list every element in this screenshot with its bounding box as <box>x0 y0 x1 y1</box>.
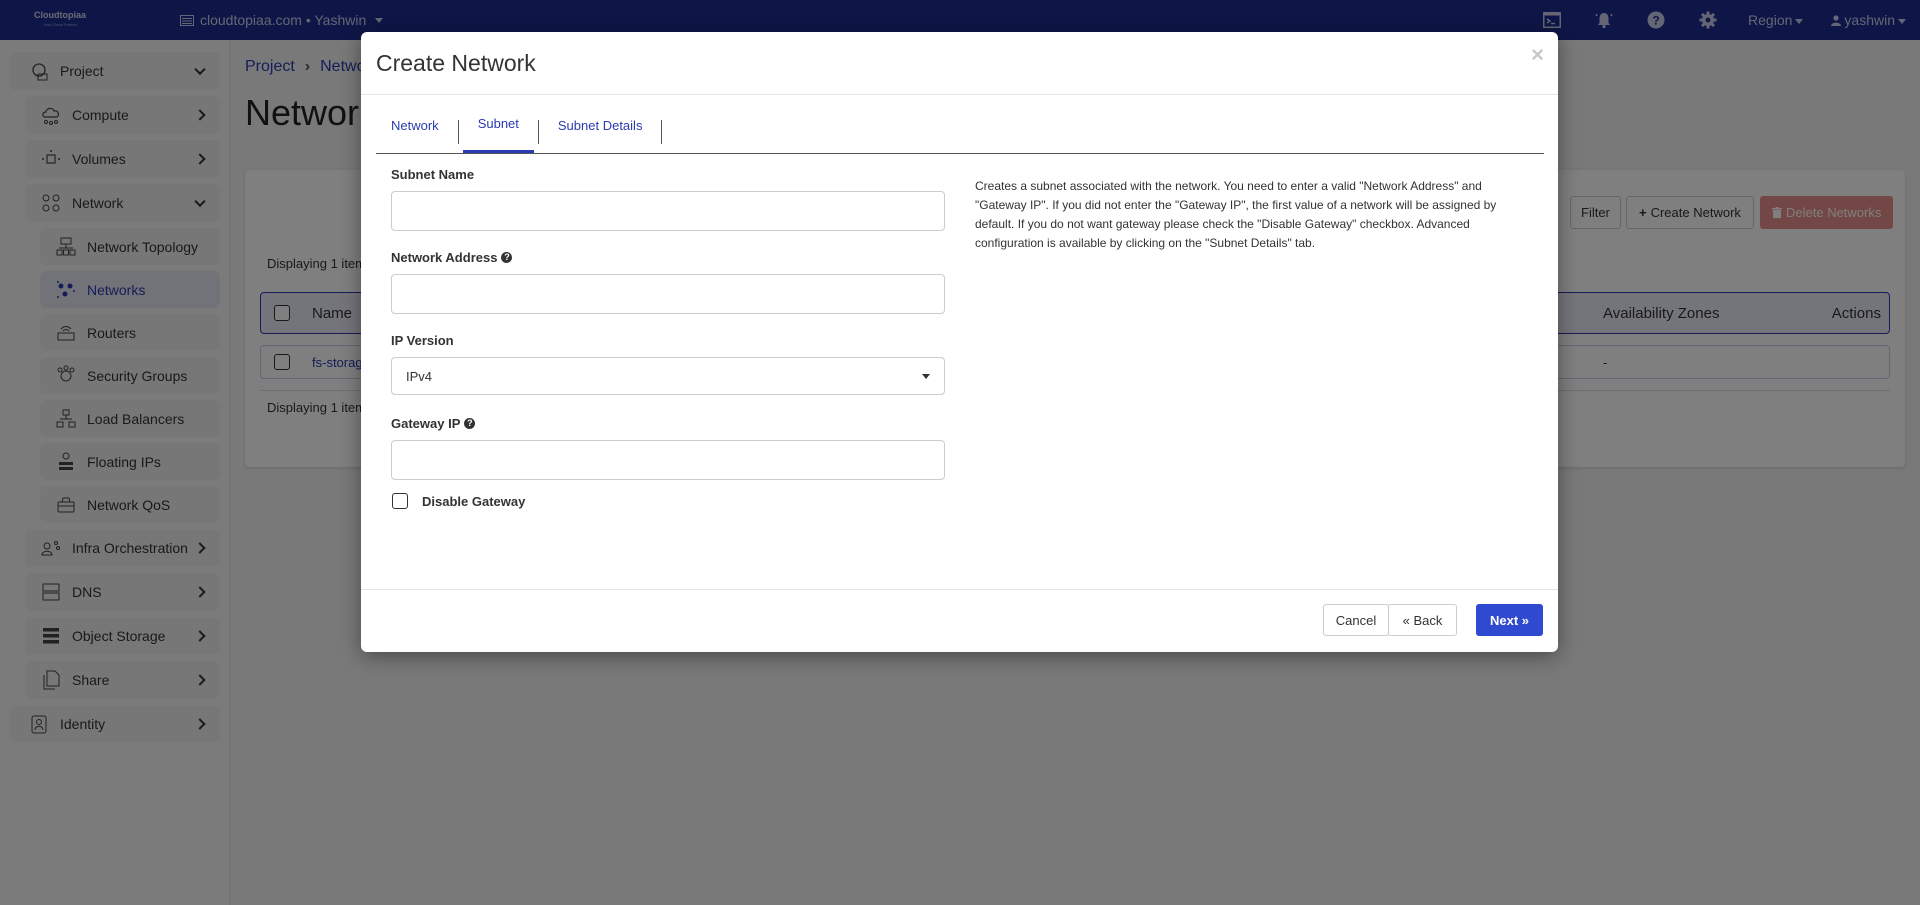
network-address-label: Network Address? <box>391 250 945 265</box>
ip-version-label-text: IP Version <box>391 333 454 348</box>
create-network-modal: Create Network × Network Subnet Subnet D… <box>361 32 1558 652</box>
tab-subnet-label: Subnet <box>477 116 519 131</box>
subnet-help-text: Creates a subnet associated with the net… <box>975 179 1497 250</box>
question-circle-icon[interactable]: ? <box>464 418 476 429</box>
ip-version-selected: IPv4 <box>406 368 433 384</box>
close-icon[interactable]: × <box>1531 42 1544 68</box>
modal-title: Create Network <box>376 50 536 76</box>
next-button[interactable]: Next » <box>1476 604 1543 636</box>
modal-footer: Cancel « Back Next » <box>361 589 1558 652</box>
gateway-ip-label: Gateway IP? <box>391 416 945 431</box>
wizard-tabs: Network Subnet Subnet Details <box>376 110 1544 154</box>
back-button[interactable]: « Back <box>1388 604 1457 636</box>
question-circle-icon[interactable]: ? <box>501 252 513 263</box>
subnet-name-label-text: Subnet Name <box>391 167 475 182</box>
tab-network[interactable]: Network <box>376 109 454 153</box>
disable-gateway-field: Disable Gateway <box>391 493 945 509</box>
network-address-input[interactable] <box>391 274 945 314</box>
subnet-form: Subnet Name Network Address? IP Version … <box>391 167 945 509</box>
caret-down-icon <box>922 373 930 379</box>
tab-separator <box>661 119 663 144</box>
subnet-name-label: Subnet Name <box>391 167 945 182</box>
tab-subnet-details[interactable]: Subnet Details <box>543 109 658 153</box>
ip-version-label: IP Version <box>391 333 945 348</box>
ip-version-select[interactable]: IPv4 <box>391 357 945 395</box>
tab-separator <box>537 119 539 144</box>
tab-subnet-details-label: Subnet Details <box>557 117 643 133</box>
gateway-ip-label-text: Gateway IP <box>391 416 461 431</box>
subnet-name-input[interactable] <box>391 191 945 231</box>
cancel-button[interactable]: Cancel <box>1323 604 1389 636</box>
tab-separator <box>457 119 459 144</box>
gateway-ip-input[interactable] <box>391 440 945 480</box>
tab-network-label: Network <box>391 117 439 133</box>
disable-gateway-label[interactable]: Disable Gateway <box>422 494 525 509</box>
tab-subnet[interactable]: Subnet <box>462 109 534 153</box>
network-address-label-text: Network Address <box>391 250 498 265</box>
modal-header: Create Network × <box>361 32 1558 95</box>
disable-gateway-checkbox[interactable] <box>392 493 408 509</box>
